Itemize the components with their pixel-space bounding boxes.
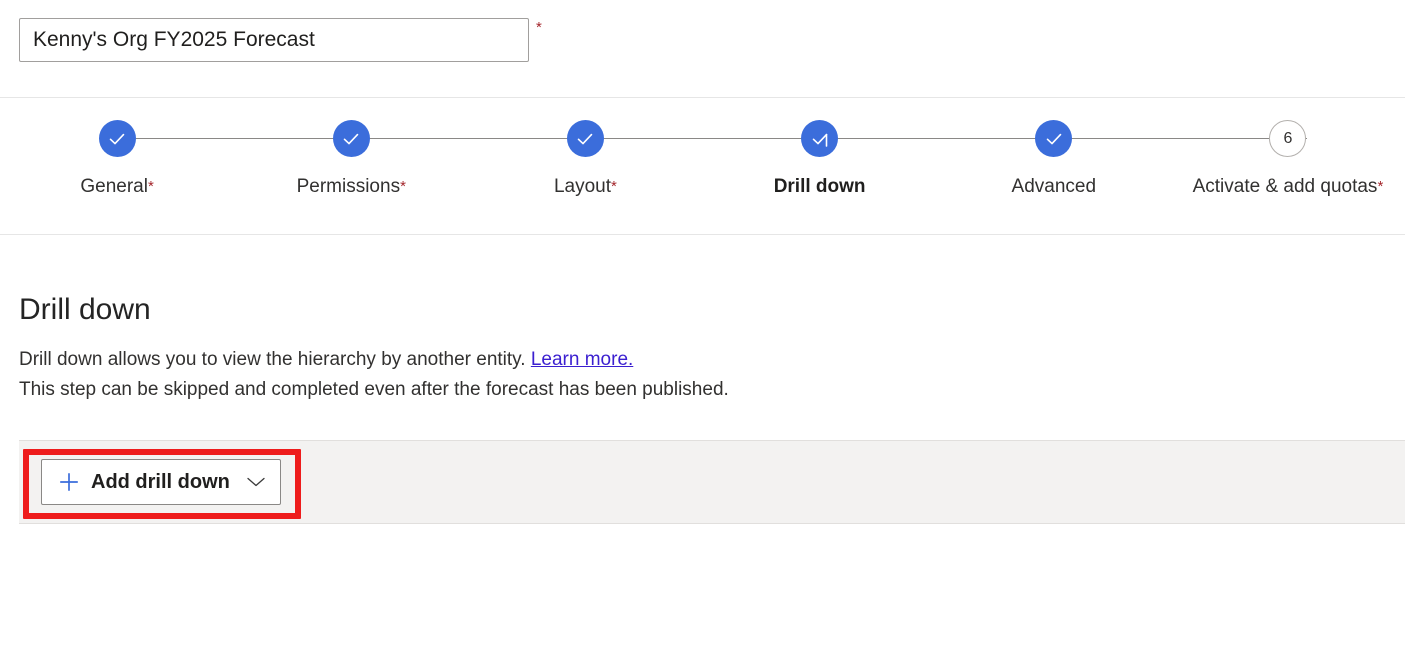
drill-down-list-area (19, 524, 1405, 648)
step-required-marker: * (1377, 178, 1384, 195)
step-label-text: Drill down (773, 176, 866, 197)
step-label: Permissions* (297, 176, 406, 198)
wizard-stepper-bar: General* Permissions* Layout* Drill down Adv… (0, 98, 1405, 235)
step-label-text: Activate & add quotas (1192, 176, 1378, 197)
section-description: Drill down allows you to view the hierar… (19, 345, 729, 405)
check-icon (566, 120, 604, 157)
add-drill-down-button[interactable]: Add drill down (41, 459, 281, 505)
step-required-marker: * (611, 178, 617, 195)
step-required-marker: * (400, 178, 406, 195)
wizard-step-activate-add-quotas[interactable]: 6 Activate & add quotas* (1171, 98, 1405, 198)
learn-more-link[interactable]: Learn more. (531, 349, 633, 370)
check-icon (801, 120, 839, 157)
plus-icon (58, 471, 80, 493)
drill-down-toolbar: Add drill down (19, 440, 1405, 524)
wizard-step-permissions[interactable]: Permissions* (234, 98, 605, 198)
wizard-step-general[interactable]: General* (0, 98, 371, 198)
wizard-stepper: General* Permissions* Layout* Drill down Adv… (0, 98, 1405, 235)
step-label-text: Layout (553, 176, 612, 197)
step-label: Layout* (554, 176, 617, 198)
step-label: Activate & add quotas* (1193, 176, 1384, 198)
forecast-name-input[interactable] (19, 18, 529, 62)
step-label-text: Permissions (296, 176, 401, 197)
title-bar: * (0, 0, 1405, 98)
check-icon (1035, 120, 1073, 157)
step-label: Advanced (1012, 176, 1097, 198)
wizard-step-advanced[interactable]: Advanced (937, 98, 1307, 198)
step-required-marker: * (147, 178, 154, 195)
description-line-1: Drill down allows you to view the hierar… (19, 345, 729, 375)
step-label: General* (80, 176, 153, 198)
step-label-text: General (80, 176, 148, 197)
step-label-text: Advanced (1011, 176, 1097, 197)
step-label: Drill down (774, 176, 866, 198)
wizard-step-drill-down[interactable]: Drill down (703, 98, 1073, 198)
step-number-badge: 6 (1269, 120, 1307, 157)
wizard-step-layout[interactable]: Layout* (468, 98, 839, 198)
forecast-name-required-marker: * (536, 19, 542, 36)
description-line-2: This step can be skipped and completed e… (19, 379, 729, 400)
chevron-down-icon[interactable] (246, 475, 266, 489)
description-text-1: Drill down allows you to view the hierar… (19, 349, 526, 370)
page-title: Drill down (19, 293, 151, 326)
forecast-name-field-group: * (19, 18, 542, 62)
check-icon (332, 120, 370, 157)
check-icon (98, 120, 136, 157)
add-drill-down-label: Add drill down (91, 470, 230, 493)
